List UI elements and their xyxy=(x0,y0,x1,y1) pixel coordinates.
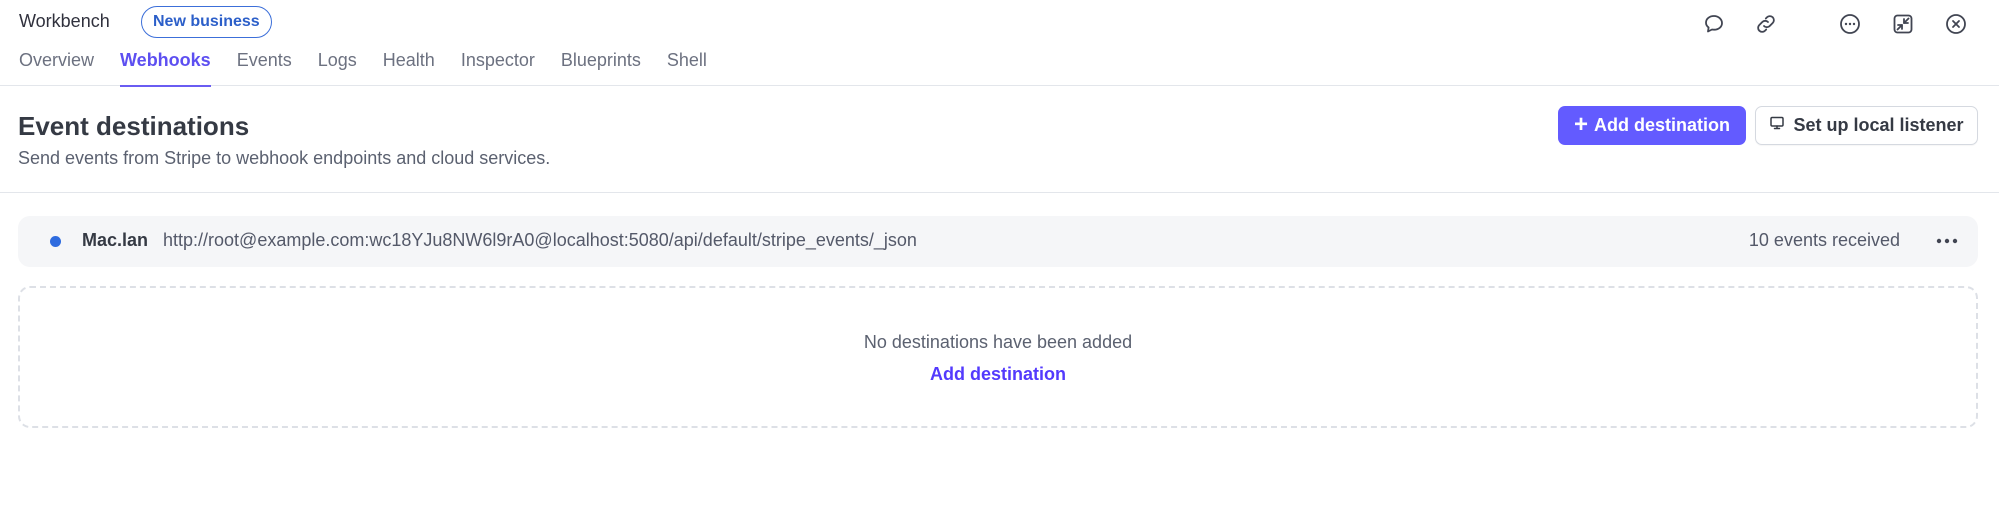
monitor-icon xyxy=(1769,115,1785,136)
tab-logs[interactable]: Logs xyxy=(318,50,357,86)
app-title: Workbench xyxy=(19,11,110,31)
destination-row[interactable]: Mac.lan http://root@example.com:wc18YJu8… xyxy=(18,216,1978,267)
page-title: Event destinations xyxy=(18,111,250,141)
add-destination-button[interactable]: + Add destination xyxy=(1558,106,1746,145)
set-up-local-listener-label: Set up local listener xyxy=(1793,115,1964,135)
close-circle-icon[interactable] xyxy=(1943,11,1969,37)
empty-state: No destinations have been added Add dest… xyxy=(18,286,1978,428)
workbench-topbar: Workbench New business Overview Webhooks… xyxy=(0,0,1999,87)
tab-overview[interactable]: Overview xyxy=(19,50,94,86)
page-header: Event destinations Send events from Stri… xyxy=(0,87,1999,193)
page-subtitle: Send events from Stripe to webhook endpo… xyxy=(18,148,551,168)
more-circle-icon[interactable] xyxy=(1837,11,1863,37)
add-destination-link[interactable]: Add destination xyxy=(20,364,1976,385)
plus-icon: + xyxy=(1573,110,1588,138)
more-options-icon[interactable] xyxy=(1932,228,1962,254)
status-dot xyxy=(50,236,61,247)
set-up-local-listener-button[interactable]: Set up local listener xyxy=(1755,106,1978,145)
link-icon[interactable] xyxy=(1753,11,1779,37)
chat-icon[interactable] xyxy=(1701,11,1727,37)
empty-state-message: No destinations have been added xyxy=(863,332,1133,352)
destination-name: Mac.lan xyxy=(82,230,149,250)
tab-shell[interactable]: Shell xyxy=(667,50,707,86)
environment-badge[interactable]: New business xyxy=(141,6,272,38)
events-received-count: 10 events received xyxy=(1748,230,1900,250)
tab-blueprints[interactable]: Blueprints xyxy=(561,50,641,86)
add-destination-label: Add destination xyxy=(1594,115,1730,135)
tab-events[interactable]: Events xyxy=(237,50,292,86)
destination-url: http://root@example.com:wc18YJu8NW6l9rA0… xyxy=(163,230,917,250)
collapse-icon[interactable] xyxy=(1890,11,1916,37)
tab-health[interactable]: Health xyxy=(383,50,435,86)
tab-webhooks[interactable]: Webhooks xyxy=(120,50,211,87)
tab-inspector[interactable]: Inspector xyxy=(461,50,535,86)
tab-bar: Overview Webhooks Events Logs Health Ins… xyxy=(19,50,733,87)
